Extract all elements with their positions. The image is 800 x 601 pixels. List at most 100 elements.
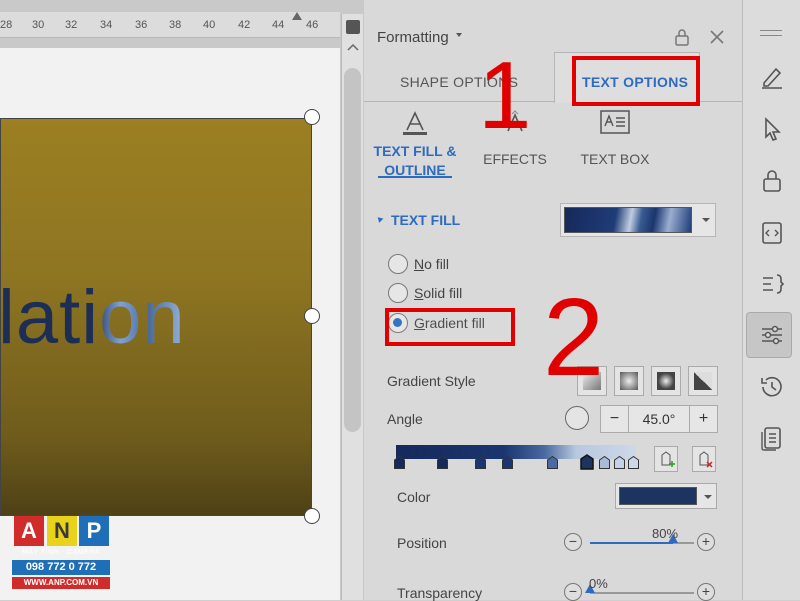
ruler-label: 34 [100, 19, 113, 31]
transparency-slider[interactable] [585, 584, 694, 594]
angle-dial[interactable] [565, 406, 589, 430]
gradient-stop-handle[interactable] [502, 456, 513, 469]
transparency-value: 0% [589, 576, 608, 591]
gradient-style-path-button[interactable] [688, 366, 718, 396]
scroll-up-icon[interactable] [347, 42, 359, 52]
history-icon[interactable] [758, 373, 786, 401]
text-fill-preview [564, 207, 692, 233]
annotation-step-one: 1 [478, 42, 532, 149]
lock-icon[interactable] [672, 27, 692, 47]
toolbar-grip[interactable] [760, 30, 782, 36]
gradient-stop-handle-selected[interactable] [580, 454, 594, 470]
remove-gradient-stop-button[interactable] [692, 446, 716, 472]
angle-increase-button[interactable]: + [689, 406, 717, 432]
gradient-style-label: Gradient Style [387, 373, 476, 389]
subtab-text-fill-outline[interactable]: TEXT FILL & OUTLINE [370, 110, 460, 180]
chevron-down-icon [702, 218, 710, 222]
ruler-label: 40 [203, 19, 216, 31]
position-increase-button[interactable]: + [697, 533, 715, 551]
logo-letter-a: A [14, 516, 44, 546]
position-decrease-button[interactable]: − [564, 533, 582, 551]
gradient-stop-handle[interactable] [628, 456, 639, 469]
position-slider-fill [590, 542, 674, 544]
scrollbar-thumb[interactable] [344, 68, 361, 432]
code-edit-icon[interactable] [758, 219, 786, 247]
text-fill-icon [403, 111, 427, 135]
right-toolbar [742, 0, 800, 600]
position-slider[interactable] [590, 534, 694, 544]
angle-stepper[interactable]: − 45.0° + [600, 405, 718, 433]
anp-logo: A N P MÁY TÍNH - CAMERA 098 772 0 772 WW… [12, 516, 110, 592]
logo-letter-p: P [79, 516, 109, 546]
resize-handle-right[interactable] [304, 308, 320, 324]
add-gradient-stop-button[interactable] [654, 446, 678, 472]
subtab-text-box-label: TEXT BOX [580, 151, 650, 167]
chevron-down-icon [704, 495, 712, 499]
gradient-stop-handle[interactable] [547, 456, 558, 469]
ruler-label: 42 [238, 19, 251, 31]
logo-letter-n: N [47, 516, 77, 546]
ruler-label: 30 [32, 19, 45, 31]
panel-title[interactable]: Formatting [377, 29, 449, 46]
ruler-label: 36 [135, 19, 148, 31]
gradient-style-rectangular-button[interactable] [651, 366, 681, 396]
shape-text[interactable]: lation [0, 274, 186, 361]
resize-handle-bottom-right[interactable] [304, 508, 320, 524]
lock-icon[interactable] [758, 167, 786, 195]
annotation-step-two: 2 [543, 276, 605, 399]
pen-icon[interactable] [758, 62, 786, 90]
position-label: Position [397, 535, 447, 551]
gradient-stop-handle[interactable] [394, 456, 405, 469]
position-value: 80% [652, 526, 679, 541]
ruler-label: 38 [169, 19, 182, 31]
remove-stop-icon [699, 451, 713, 468]
gradient-stop-handle[interactable] [437, 456, 448, 469]
angle-decrease-button[interactable]: − [601, 406, 629, 432]
subtab-effects-label: EFFECTS [483, 151, 547, 167]
logo-tagline: MÁY TÍNH - CAMERA [22, 549, 100, 556]
radio-solid-fill[interactable] [388, 283, 408, 303]
gradient-stop-handle[interactable] [599, 456, 610, 469]
vertical-scrollbar[interactable] [341, 14, 363, 600]
close-icon[interactable] [707, 27, 727, 47]
color-picker-dropdown[interactable] [615, 483, 717, 509]
transparency-label: Transparency [397, 585, 483, 601]
ruler-label: 28 [0, 19, 13, 31]
ruler-indent-marker[interactable] [292, 12, 302, 20]
text-fill-preset-dropdown[interactable] [560, 203, 716, 237]
add-stop-icon [661, 451, 675, 467]
transparency-increase-button[interactable]: + [697, 583, 715, 601]
document-canvas: 28 30 32 34 36 38 40 42 44 46 lation A N… [0, 0, 364, 600]
horizontal-ruler[interactable]: 28 30 32 34 36 38 40 42 44 46 [0, 12, 340, 38]
radio-no-fill[interactable] [388, 254, 408, 274]
document-list-icon[interactable] [758, 424, 786, 452]
subtab-text-box[interactable]: TEXT BOX [576, 110, 654, 169]
gradient-style-radial-button[interactable] [614, 366, 644, 396]
ruler-label: 32 [65, 19, 78, 31]
ruler-label: 46 [306, 19, 319, 31]
transparency-decrease-button[interactable]: − [564, 583, 582, 601]
angle-label: Angle [387, 411, 423, 427]
subtab-text-fill-outline-label: TEXT FILL & OUTLINE [373, 143, 457, 178]
gradient-stop-handle[interactable] [614, 456, 625, 469]
annotation-highlight-gradient-fill [385, 308, 515, 346]
list-icon[interactable] [758, 270, 786, 298]
section-collapse-icon[interactable] [375, 215, 384, 223]
gradient-stop-handle[interactable] [475, 456, 486, 469]
radio-no-fill-label[interactable]: No fill [414, 256, 449, 272]
logo-phone: 098 772 0 772 [12, 560, 110, 575]
color-preview [619, 487, 697, 505]
panel-title-dropdown-icon[interactable] [456, 33, 462, 37]
radio-solid-fill-label[interactable]: Solid fill [414, 285, 462, 301]
subtab-active-indicator [378, 176, 452, 178]
sliders-icon[interactable] [758, 321, 786, 349]
color-label: Color [397, 489, 431, 505]
resize-handle-top-right[interactable] [304, 109, 320, 125]
text-box-icon [600, 110, 630, 134]
annotation-highlight-text-options [572, 56, 700, 106]
angle-value[interactable]: 45.0° [629, 406, 689, 432]
scrollbar-top-icon[interactable] [346, 20, 360, 34]
logo-website: WWW.ANP.COM.VN [12, 577, 110, 589]
cursor-icon[interactable] [758, 115, 786, 143]
section-text-fill[interactable]: TEXT FILL [391, 212, 460, 228]
